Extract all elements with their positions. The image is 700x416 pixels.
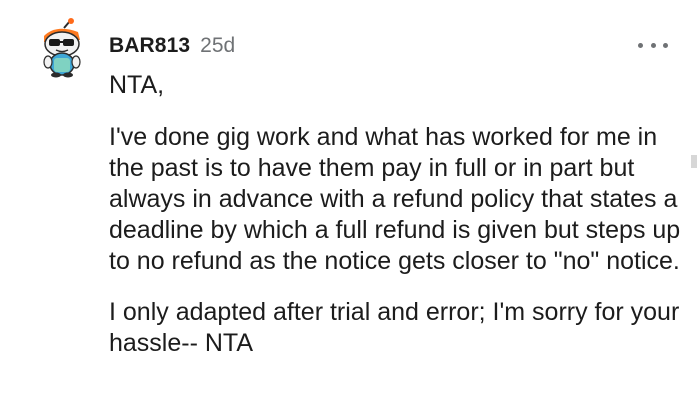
scrollbar-thumb[interactable]	[691, 155, 697, 168]
comment-age: 25d	[200, 34, 236, 57]
comment-paragraph: I've done gig work and what has worked f…	[109, 123, 681, 275]
more-dot-icon	[650, 42, 656, 48]
comment-header: BAR813 25d	[109, 34, 235, 58]
user-avatar-icon[interactable]	[34, 18, 90, 78]
comment: BAR813 25d NTA, I've done gig work and w…	[0, 0, 700, 416]
comment-paragraph: I only adapted after trial and error; I'…	[109, 298, 680, 357]
comment-body: NTA, I've done gig work and what has wor…	[109, 70, 684, 359]
more-dot-icon	[638, 42, 643, 48]
more-dot-icon	[663, 42, 668, 48]
username-link[interactable]: BAR813	[109, 34, 190, 58]
more-options-button[interactable]	[638, 38, 668, 52]
comment-paragraph: NTA,	[109, 71, 165, 99]
